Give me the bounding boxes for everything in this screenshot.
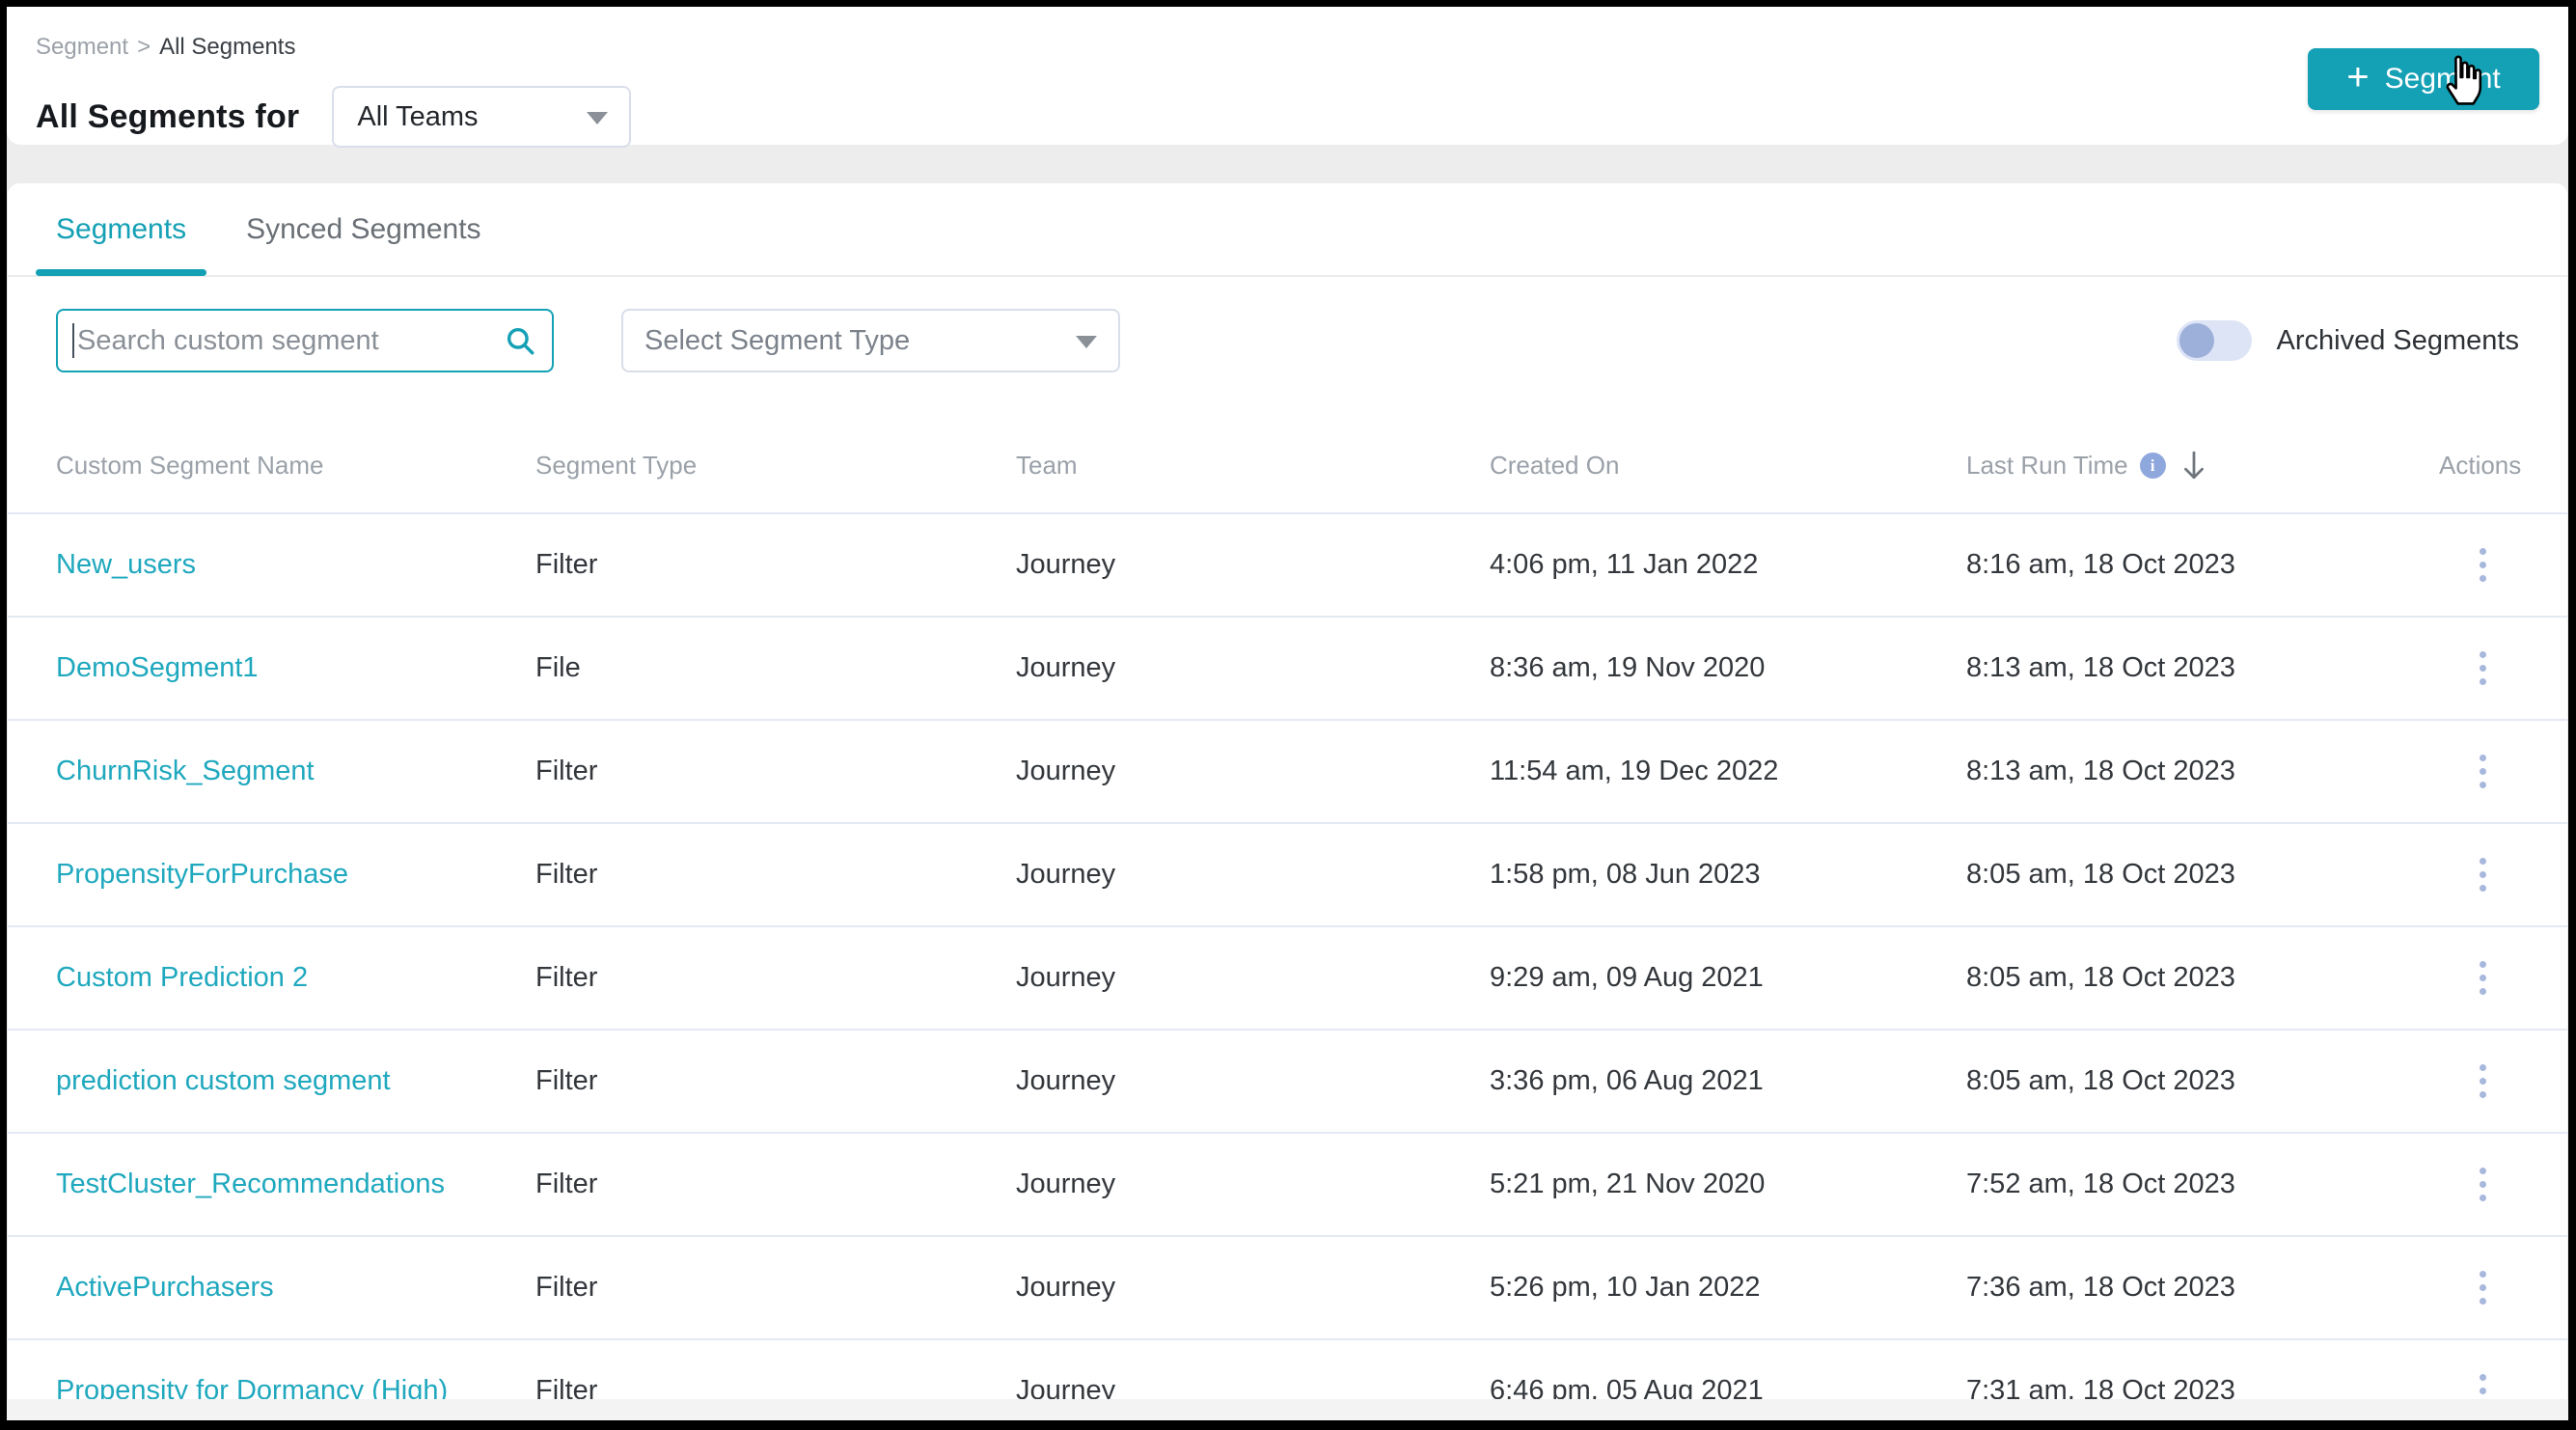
table-row: prediction custom segment Filter Journey… — [8, 1031, 2567, 1134]
add-segment-button[interactable]: + Segment — [2308, 48, 2539, 110]
created-on-cell: 9:29 am, 09 Aug 2021 — [1490, 962, 1764, 993]
row-actions-kebab-icon[interactable] — [2456, 1160, 2509, 1209]
segment-type-cell: Filter — [535, 1065, 598, 1096]
segment-name-link[interactable]: DemoSegment1 — [56, 652, 259, 683]
table-row: TestCluster_Recommendations Filter Journ… — [8, 1134, 2567, 1237]
team-filter-dropdown[interactable]: All Teams — [332, 86, 632, 149]
last-run-cell: 7:52 am, 18 Oct 2023 — [1966, 1169, 2235, 1199]
created-on-cell: 1:58 pm, 08 Jun 2023 — [1490, 859, 1761, 890]
table-row: New_users Filter Journey 4:06 pm, 11 Jan… — [8, 514, 2567, 618]
col-last-run-time-label: Last Run Time — [1966, 451, 2128, 480]
toggle-knob — [2179, 323, 2214, 358]
table-row: Custom Prediction 2 Filter Journey 9:29 … — [8, 927, 2567, 1031]
team-cell: Journey — [1016, 1169, 1116, 1199]
col-custom-segment-name: Custom Segment Name — [56, 451, 324, 480]
last-run-cell: 8:13 am, 18 Oct 2023 — [1966, 652, 2235, 683]
breadcrumb-current: All Segments — [159, 34, 296, 60]
last-run-cell: 8:05 am, 18 Oct 2023 — [1966, 962, 2235, 993]
segment-type-cell: Filter — [535, 962, 598, 993]
col-created-on: Created On — [1490, 451, 1620, 480]
segment-name-link[interactable]: TestCluster_Recommendations — [56, 1169, 445, 1199]
team-cell: Journey — [1016, 652, 1116, 683]
last-run-cell: 8:16 am, 18 Oct 2023 — [1966, 549, 2235, 580]
table-row: ActivePurchasers Filter Journey 5:26 pm,… — [8, 1237, 2567, 1340]
row-actions-kebab-icon[interactable] — [2456, 953, 2509, 1003]
page-header: Segment > All Segments All Segments for … — [7, 7, 2568, 149]
team-cell: Journey — [1016, 1065, 1116, 1096]
search-box — [56, 309, 554, 372]
segment-type-dropdown[interactable]: Select Segment Type — [621, 309, 1120, 372]
col-last-run-time: Last Run Time i — [1966, 451, 2439, 481]
tab-synced-segments[interactable]: Synced Segments — [246, 213, 480, 246]
archived-segments-label: Archived Segments — [2276, 324, 2519, 356]
created-on-cell: 5:21 pm, 21 Nov 2020 — [1490, 1169, 1766, 1199]
team-filter-value: All Teams — [357, 100, 479, 132]
team-cell: Journey — [1016, 962, 1116, 993]
bottom-scroll-strip — [7, 1399, 2568, 1420]
segment-name-link[interactable]: prediction custom segment — [56, 1065, 391, 1096]
plus-icon: + — [2346, 56, 2370, 98]
table-row: PropensityForPurchase Filter Journey 1:5… — [8, 824, 2567, 927]
segment-type-cell: Filter — [535, 1272, 598, 1303]
segments-card: Segments Synced Segments Select Segment … — [8, 183, 2567, 1420]
table-row: DemoSegment1 File Journey 8:36 am, 19 No… — [8, 618, 2567, 721]
last-run-cell: 8:05 am, 18 Oct 2023 — [1966, 859, 2235, 890]
breadcrumb-parent[interactable]: Segment — [36, 34, 128, 61]
row-actions-kebab-icon[interactable] — [2456, 850, 2509, 899]
archived-segments-toggle[interactable] — [2176, 320, 2252, 361]
chevron-down-icon — [587, 112, 609, 125]
segment-type-placeholder: Select Segment Type — [644, 324, 911, 356]
row-actions-kebab-icon[interactable] — [2456, 540, 2509, 590]
col-team: Team — [1016, 451, 1078, 480]
created-on-cell: 3:36 pm, 06 Aug 2021 — [1490, 1065, 1764, 1096]
screenshot-frame: Segment > All Segments All Segments for … — [0, 0, 2576, 1430]
app-viewport: Segment > All Segments All Segments for … — [7, 7, 2568, 1420]
sort-descending-icon[interactable] — [2181, 451, 2206, 481]
segment-name-link[interactable]: ChurnRisk_Segment — [56, 756, 315, 786]
search-input[interactable] — [56, 309, 554, 372]
team-cell: Journey — [1016, 859, 1116, 890]
segment-name-link[interactable]: PropensityForPurchase — [56, 859, 348, 890]
tab-segments[interactable]: Segments — [35, 213, 207, 276]
filters-bar: Select Segment Type Archived Segments — [8, 309, 2567, 372]
info-icon[interactable]: i — [2139, 453, 2166, 479]
tabs-bar: Segments Synced Segments — [8, 183, 2567, 277]
breadcrumb-separator: > — [137, 34, 151, 60]
table-row: ChurnRisk_Segment Filter Journey 11:54 a… — [8, 721, 2567, 824]
add-segment-button-label: Segment — [2384, 63, 2501, 95]
segment-type-cell: File — [535, 652, 581, 683]
created-on-cell: 5:26 pm, 10 Jan 2022 — [1490, 1272, 1761, 1303]
created-on-cell: 11:54 am, 19 Dec 2022 — [1490, 756, 1779, 786]
row-actions-kebab-icon[interactable] — [2456, 747, 2509, 796]
segment-type-cell: Filter — [535, 756, 598, 786]
last-run-cell: 7:36 am, 18 Oct 2023 — [1966, 1272, 2235, 1303]
segment-name-link[interactable]: Custom Prediction 2 — [56, 962, 308, 993]
team-cell: Journey — [1016, 756, 1116, 786]
segment-type-cell: Filter — [535, 549, 598, 580]
row-actions-kebab-icon[interactable] — [2456, 644, 2509, 693]
breadcrumb: Segment > All Segments — [36, 34, 2539, 61]
page-title: All Segments for — [36, 97, 300, 135]
created-on-cell: 8:36 am, 19 Nov 2020 — [1490, 652, 1766, 683]
segment-name-link[interactable]: ActivePurchasers — [56, 1272, 274, 1303]
col-segment-type: Segment Type — [535, 451, 698, 480]
table-body: New_users Filter Journey 4:06 pm, 11 Jan… — [8, 514, 2567, 1420]
chevron-down-icon — [1076, 336, 1097, 348]
segment-type-cell: Filter — [535, 1169, 598, 1199]
row-actions-kebab-icon[interactable] — [2456, 1057, 2509, 1106]
created-on-cell: 4:06 pm, 11 Jan 2022 — [1490, 549, 1759, 580]
col-actions: Actions — [2439, 451, 2522, 480]
text-cursor — [72, 323, 74, 358]
last-run-cell: 8:05 am, 18 Oct 2023 — [1966, 1065, 2235, 1096]
search-icon[interactable] — [504, 324, 536, 357]
team-cell: Journey — [1016, 549, 1116, 580]
segment-name-link[interactable]: New_users — [56, 549, 196, 580]
row-actions-kebab-icon[interactable] — [2456, 1263, 2509, 1312]
segment-type-cell: Filter — [535, 859, 598, 890]
last-run-cell: 8:13 am, 18 Oct 2023 — [1966, 756, 2235, 786]
table-header: Custom Segment Name Segment Type Team Cr… — [8, 372, 2567, 514]
team-cell: Journey — [1016, 1272, 1116, 1303]
